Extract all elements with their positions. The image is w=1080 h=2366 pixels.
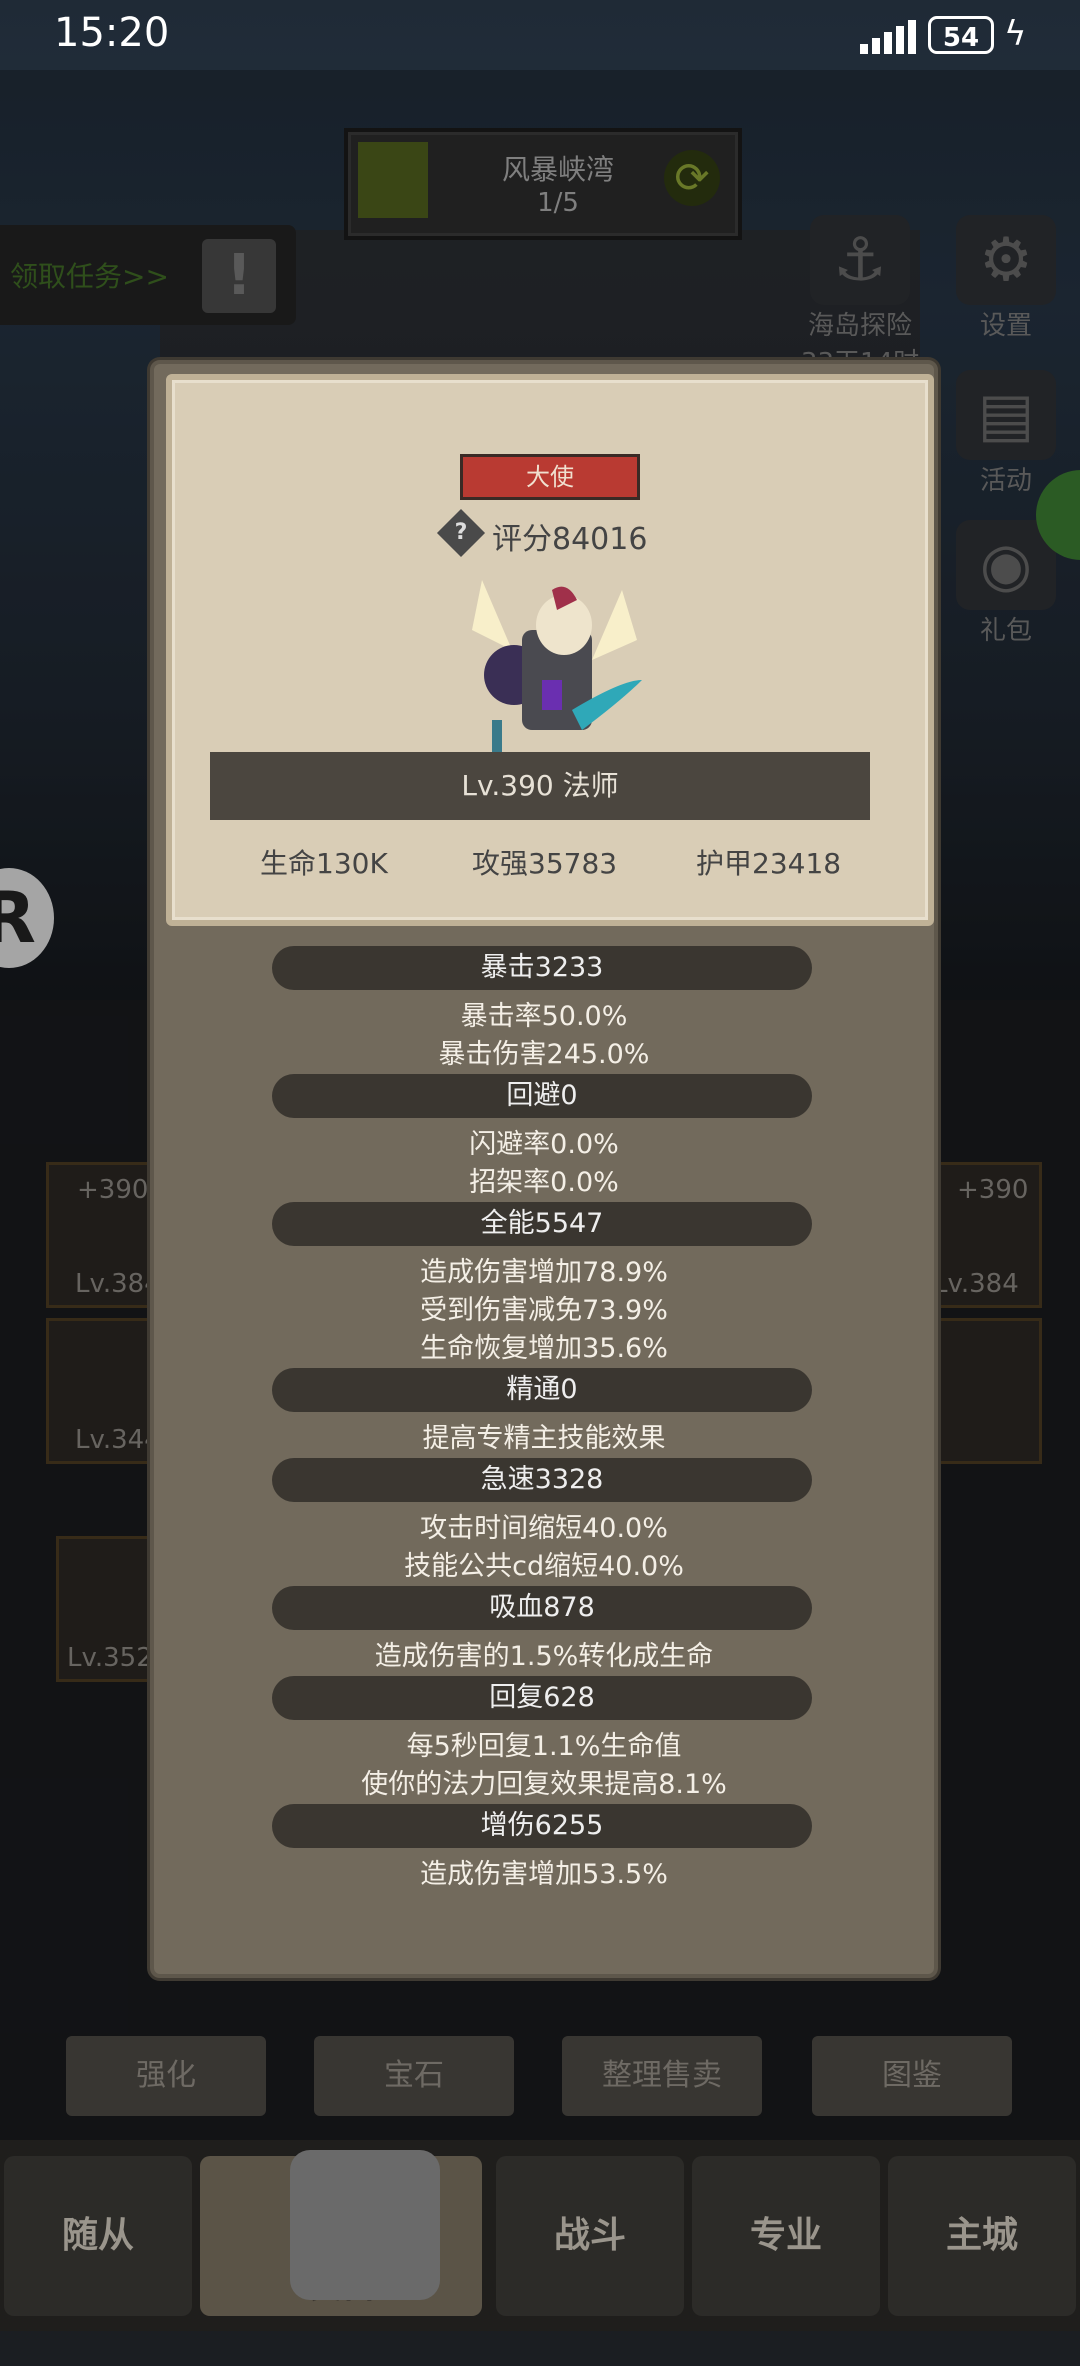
- stat-line: 技能公共cd缩短40.0%: [404, 1551, 684, 1582]
- stat-line: 造成伤害的1.5%转化成生命: [374, 1641, 714, 1672]
- stat-line: 提高专精主技能效果: [422, 1423, 666, 1454]
- stat-line: 招架率0.0%: [469, 1167, 619, 1198]
- nav-followers[interactable]: 随从: [4, 2156, 192, 2316]
- hero-card: 大使 ? 评分84016 Lv.390 法师 生命130K 攻强35783 护甲…: [166, 374, 934, 926]
- stat-header-avoidance: 回避0: [272, 1074, 812, 1118]
- stat-header-damage-bonus: 增伤6255: [272, 1804, 812, 1848]
- attack-stat: 攻强35783: [472, 847, 618, 880]
- chest-armor-icon: [290, 2150, 440, 2300]
- stat-header-mastery: 精通0: [272, 1368, 812, 1412]
- battery-icon: 54: [928, 16, 994, 54]
- hero-portrait: [472, 580, 642, 760]
- stat-line: 闪避率0.0%: [469, 1129, 619, 1160]
- nav-battle[interactable]: 战斗: [496, 2156, 684, 2316]
- stat-line: 造成伤害增加53.5%: [420, 1859, 668, 1890]
- signal-icon: [860, 20, 920, 54]
- stat-line: 受到伤害减免73.9%: [420, 1295, 668, 1326]
- nav-profession[interactable]: 专业: [692, 2156, 880, 2316]
- stat-line: 生命恢复增加35.6%: [420, 1333, 668, 1364]
- stat-header-crit: 暴击3233: [272, 946, 812, 990]
- codex-button[interactable]: 图鉴: [812, 2036, 1012, 2116]
- stat-header-haste: 急速3328: [272, 1458, 812, 1502]
- enhance-button[interactable]: 强化: [66, 2036, 266, 2116]
- status-bar: 15:20 54 ϟ: [0, 0, 1080, 70]
- score-text: 评分84016: [492, 522, 648, 557]
- nav-main-city[interactable]: 主城: [888, 2156, 1076, 2316]
- stat-line: 每5秒回复1.1%生命值: [406, 1731, 682, 1762]
- stat-header-versatility: 全能5547: [272, 1202, 812, 1246]
- stat-header-lifesteal: 吸血878: [272, 1586, 812, 1630]
- basic-stats: 生命130K 攻强35783 护甲23418: [172, 836, 928, 886]
- rank-badge: 大使: [460, 454, 640, 500]
- stat-line: 暴击率50.0%: [460, 1001, 628, 1032]
- stat-header-regen: 回复628: [272, 1676, 812, 1720]
- stat-line: 使你的法力回复效果提高8.1%: [361, 1769, 727, 1800]
- sort-sell-button[interactable]: 整理售卖: [562, 2036, 762, 2116]
- stat-line: 造成伤害增加78.9%: [420, 1257, 668, 1288]
- stat-line: 攻击时间缩短40.0%: [420, 1513, 668, 1544]
- armor-stat: 护甲23418: [696, 847, 842, 880]
- hp-stat: 生命130K: [260, 847, 388, 880]
- hero-stats-dialog[interactable]: 大使 ? 评分84016 Lv.390 法师 生命130K 攻强35783 护甲…: [150, 360, 938, 1978]
- charging-icon: ϟ: [1004, 14, 1027, 54]
- stat-line: 暴击伤害245.0%: [438, 1039, 650, 1070]
- gem-button[interactable]: 宝石: [314, 2036, 514, 2116]
- status-time: 15:20: [54, 10, 170, 56]
- level-class-banner: Lv.390 法师: [210, 752, 870, 820]
- bottom-nav: 随从 装备 战斗 专业 主城: [0, 2140, 1080, 2331]
- question-icon[interactable]: ?: [436, 508, 486, 558]
